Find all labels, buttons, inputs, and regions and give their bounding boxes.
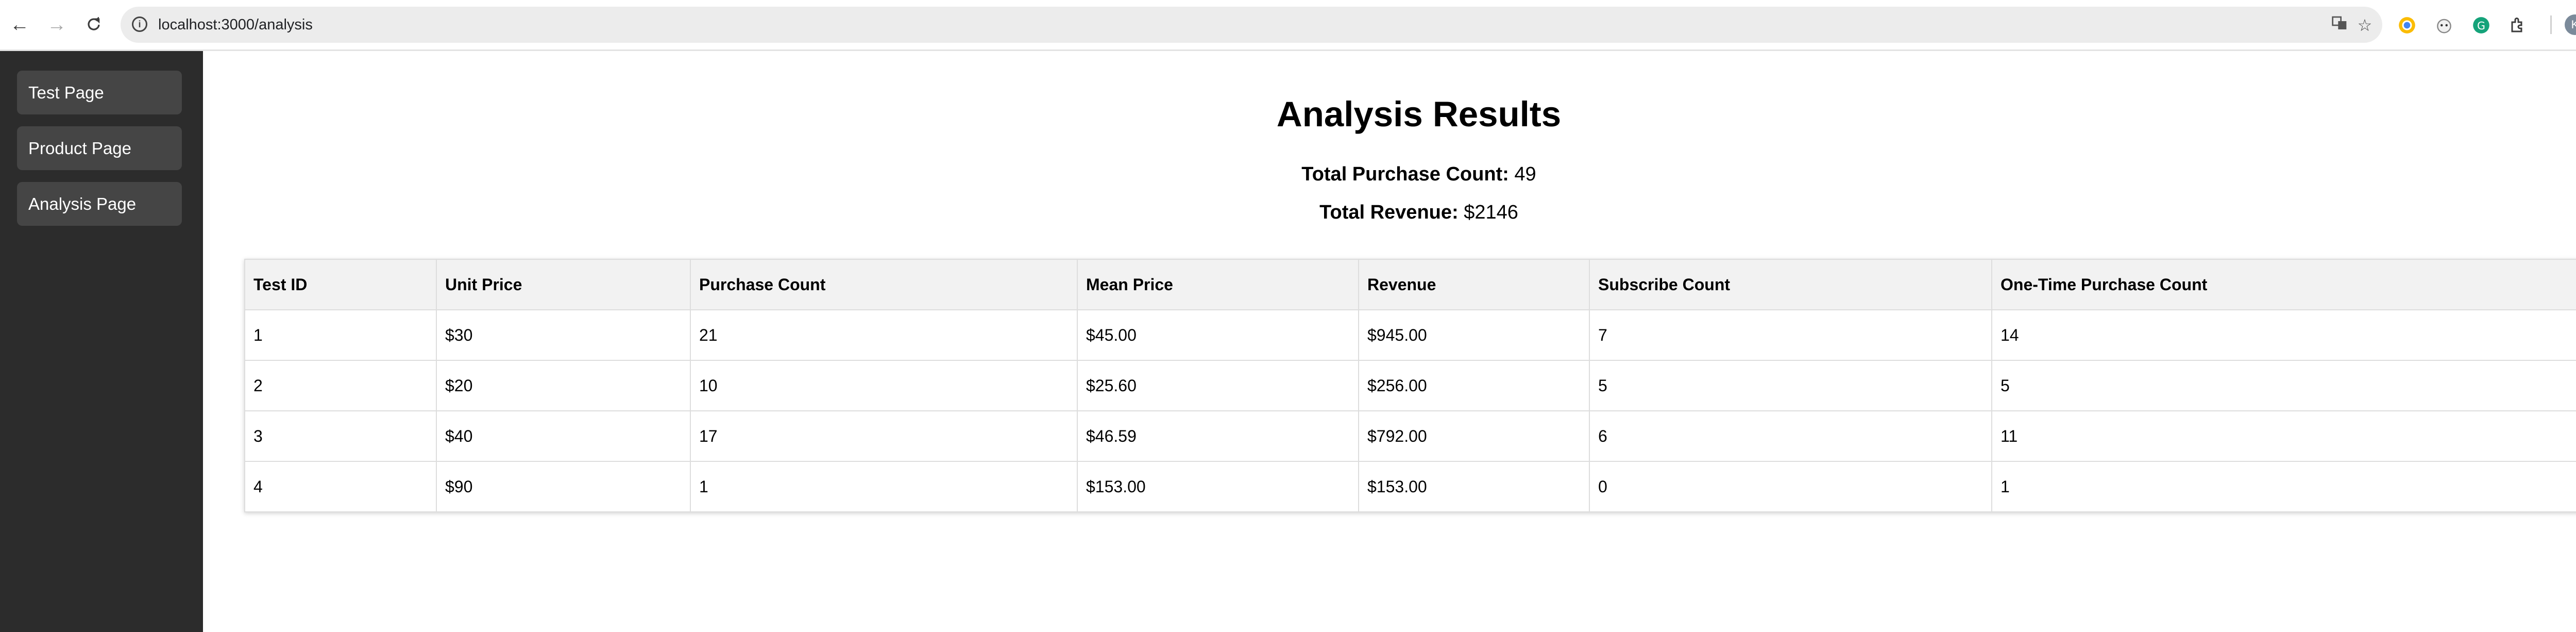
extension-icon-cat[interactable] bbox=[2433, 14, 2455, 37]
table-cell: 14 bbox=[1991, 309, 2576, 361]
browser-toolbar: ← → i localhost:3000/analysis ☆ G K ⋮ bbox=[0, 0, 2576, 51]
header-unit-price: Unit Price bbox=[436, 259, 691, 310]
table-cell: 0 bbox=[1589, 461, 1992, 512]
main-content: Analysis Results Total Purchase Count: 4… bbox=[203, 51, 2576, 632]
table-cell: $25.60 bbox=[1077, 360, 1359, 411]
header-revenue: Revenue bbox=[1358, 259, 1590, 310]
reload-icon[interactable] bbox=[81, 12, 106, 37]
sidebar-item-analysis-page[interactable]: Analysis Page bbox=[17, 182, 182, 226]
header-subscribe-count: Subscribe Count bbox=[1589, 259, 1992, 310]
table-cell: $40 bbox=[436, 410, 691, 462]
total-purchase-count: Total Purchase Count: 49 bbox=[203, 163, 2576, 186]
table-cell: $20 bbox=[436, 360, 691, 411]
table-cell: $153.00 bbox=[1077, 461, 1359, 512]
table-cell: $256.00 bbox=[1358, 360, 1590, 411]
table-cell: 5 bbox=[1589, 360, 1992, 411]
table-cell: 5 bbox=[1991, 360, 2576, 411]
profile-avatar[interactable]: K bbox=[2565, 14, 2576, 35]
sidebar: Test Page Product Page Analysis Page bbox=[0, 51, 203, 632]
results-table: Test ID Unit Price Purchase Count Mean P… bbox=[244, 259, 2576, 512]
table-cell: 4 bbox=[244, 461, 437, 512]
table-row: 4 $90 1 $153.00 $153.00 0 1 bbox=[244, 461, 2576, 512]
table-cell: $45.00 bbox=[1077, 309, 1359, 361]
table-cell: 21 bbox=[690, 309, 1078, 361]
table-cell: 1 bbox=[690, 461, 1078, 512]
url-text[interactable]: localhost:3000/analysis bbox=[158, 7, 313, 43]
table-cell: $90 bbox=[436, 461, 691, 512]
translate-icon[interactable] bbox=[2329, 15, 2350, 36]
svg-text:G: G bbox=[2477, 20, 2485, 32]
header-one-time-purchase-count: One-Time Purchase Count bbox=[1991, 259, 2576, 310]
header-mean-price: Mean Price bbox=[1077, 259, 1359, 310]
header-test-id: Test ID bbox=[244, 259, 437, 310]
table-row: 2 $20 10 $25.60 $256.00 5 5 bbox=[244, 360, 2576, 411]
header-purchase-count: Purchase Count bbox=[690, 259, 1078, 310]
total-revenue: Total Revenue: $2146 bbox=[203, 202, 2576, 224]
table-header-row: Test ID Unit Price Purchase Count Mean P… bbox=[244, 259, 2576, 310]
forward-icon[interactable]: → bbox=[44, 12, 69, 37]
total-purchase-value: 49 bbox=[1514, 163, 1536, 185]
page-title: Analysis Results bbox=[1276, 94, 1562, 134]
table-cell: 3 bbox=[244, 410, 437, 462]
table-cell: 6 bbox=[1589, 410, 1992, 462]
table-cell: 11 bbox=[1991, 410, 2576, 462]
table-row: 1 $30 21 $45.00 $945.00 7 14 bbox=[244, 309, 2576, 361]
table-cell: $792.00 bbox=[1358, 410, 1590, 462]
total-revenue-label: Total Revenue: bbox=[1319, 202, 1459, 223]
site-info-icon[interactable]: i bbox=[132, 16, 147, 32]
table-cell: 1 bbox=[244, 309, 437, 361]
extension-icon-grammarly[interactable]: G bbox=[2470, 14, 2493, 37]
extension-icon-chrome[interactable] bbox=[2396, 14, 2418, 37]
total-purchase-label: Total Purchase Count: bbox=[1301, 163, 1509, 185]
table-cell: 2 bbox=[244, 360, 437, 411]
table-cell: $30 bbox=[436, 309, 691, 361]
total-revenue-value: $2146 bbox=[1464, 202, 1518, 223]
extensions-puzzle-icon[interactable] bbox=[2507, 14, 2530, 37]
table-cell: 10 bbox=[690, 360, 1078, 411]
bookmark-star-icon[interactable]: ☆ bbox=[2354, 15, 2375, 36]
table-row: 3 $40 17 $46.59 $792.00 6 11 bbox=[244, 410, 2576, 462]
back-icon[interactable]: ← bbox=[7, 12, 32, 37]
toolbar-divider bbox=[2550, 15, 2552, 34]
table-cell: $945.00 bbox=[1358, 309, 1590, 361]
sidebar-item-product-page[interactable]: Product Page bbox=[17, 126, 182, 170]
sidebar-item-test-page[interactable]: Test Page bbox=[17, 71, 182, 114]
table-cell: 1 bbox=[1991, 461, 2576, 512]
table-cell: 7 bbox=[1589, 309, 1992, 361]
table-cell: $46.59 bbox=[1077, 410, 1359, 462]
address-bar[interactable]: i localhost:3000/analysis ☆ bbox=[121, 7, 2382, 43]
table-cell: $153.00 bbox=[1358, 461, 1590, 512]
table-cell: 17 bbox=[690, 410, 1078, 462]
